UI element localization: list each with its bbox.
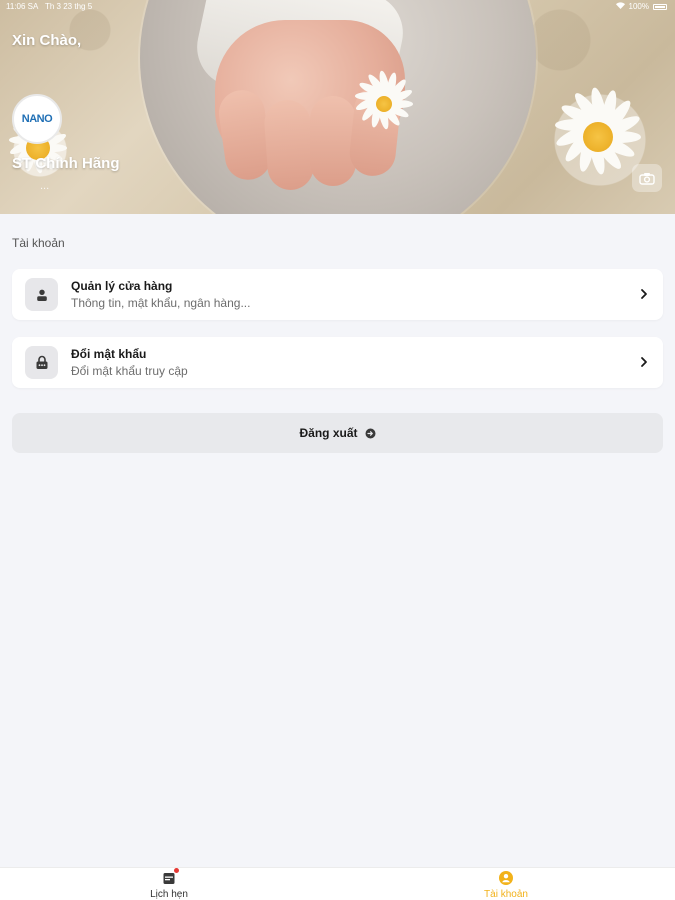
- shop-logo[interactable]: NANO: [12, 94, 62, 144]
- lock-icon: [25, 346, 58, 379]
- manage-store-title: Quản lý cửa hàng: [71, 279, 173, 293]
- daisy-decoration-right: [553, 86, 643, 182]
- notification-badge: [174, 868, 179, 873]
- chevron-right-icon: [641, 357, 647, 367]
- wifi-icon: [615, 2, 625, 11]
- bottom-tab-bar: Lịch hẹn Tài khoản: [0, 867, 675, 900]
- change-password-title: Đổi mật khẩu: [71, 347, 147, 361]
- tab-account[interactable]: Tài khoản: [337, 868, 675, 900]
- manage-store-subtitle: Thông tin, mật khẩu, ngân hàng...: [71, 296, 251, 310]
- tab-appointments[interactable]: Lịch hẹn: [0, 868, 338, 900]
- change-password-item[interactable]: Đổi mật khẩu Đổi mật khẩu truy cập: [12, 337, 663, 388]
- status-time: 11:06 SA: [6, 2, 39, 11]
- store-user-icon: [25, 278, 58, 311]
- logout-icon: [365, 428, 375, 438]
- section-title-account: Tài khoản: [12, 236, 65, 250]
- tab-account-label: Tài khoản: [484, 889, 528, 900]
- manage-store-item[interactable]: Quản lý cửa hàng Thông tin, mật khẩu, ng…: [12, 269, 663, 320]
- shop-name: ST Chính Hãng: [12, 155, 120, 172]
- battery-percent: 100%: [628, 2, 649, 11]
- shop-subtitle: ...: [40, 180, 50, 192]
- camera-icon: [639, 172, 655, 185]
- greeting-text: Xin Chào,: [12, 32, 82, 49]
- logout-button[interactable]: Đăng xuất: [12, 413, 663, 453]
- chevron-right-icon: [641, 289, 647, 299]
- header-photo: [140, 0, 536, 214]
- status-bar: 11:06 SA Th 3 23 thg 5 100%: [0, 0, 675, 14]
- user-icon: [499, 871, 513, 885]
- logout-label: Đăng xuất: [299, 426, 358, 440]
- change-password-subtitle: Đổi mật khẩu truy cập: [71, 364, 188, 378]
- profile-header: 11:06 SA Th 3 23 thg 5 100% Xin Chào, NA…: [0, 0, 675, 214]
- battery-icon: [653, 3, 667, 10]
- logo-text: NANO: [21, 113, 53, 125]
- status-date: Th 3 23 thg 5: [45, 2, 93, 11]
- change-cover-button[interactable]: [632, 164, 662, 192]
- tab-appointments-label: Lịch hẹn: [150, 889, 188, 900]
